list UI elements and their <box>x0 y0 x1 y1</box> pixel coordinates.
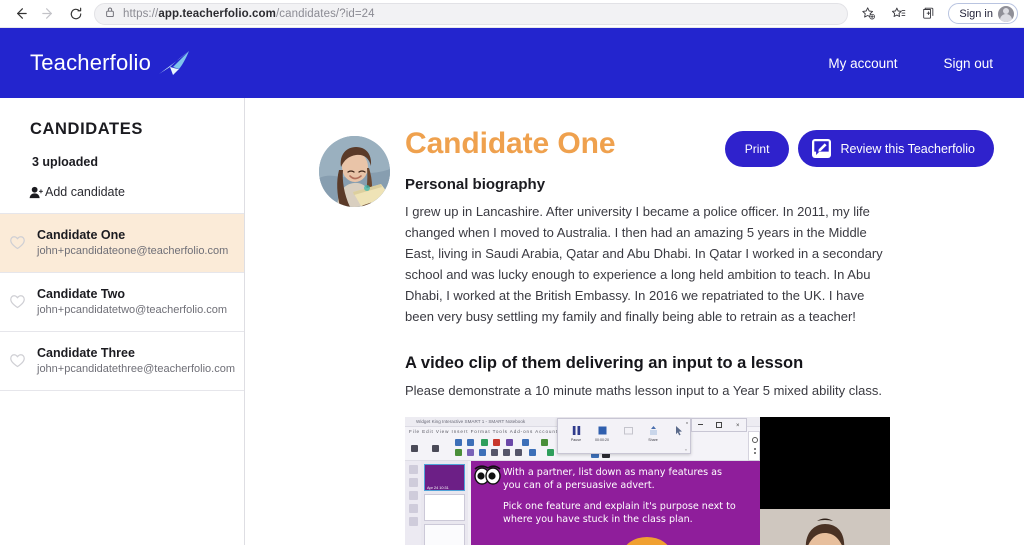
notebook-side-rail <box>405 461 421 545</box>
video-participant-panel <box>760 417 890 545</box>
header-link-my-account[interactable]: My account <box>828 56 897 71</box>
pause-icon <box>571 425 582 436</box>
address-bar[interactable]: https://app.teacherfolio.com/candidates/… <box>94 2 849 25</box>
reload-icon[interactable] <box>62 2 90 26</box>
app-header: Teacherfolio My account Sign out <box>0 28 1024 98</box>
sidebar-list-end-divider <box>0 389 244 391</box>
heart-icon[interactable] <box>8 292 27 311</box>
add-candidate-label: Add candidate <box>45 185 125 199</box>
sidebar-candidate-one[interactable]: Candidate One john+pcandidateone@teacher… <box>0 213 244 272</box>
forward-arrow-icon <box>34 2 62 26</box>
review-comment-pencil-icon <box>812 139 832 158</box>
notebook-right-panel-toggle[interactable] <box>748 431 760 462</box>
video-section-subtext: Please demonstrate a 10 minute maths les… <box>405 383 882 399</box>
teacherfolio-swoosh-icon <box>159 51 190 75</box>
slide-text-line: With a partner, list down as many featur… <box>503 467 723 479</box>
stop-recording-button[interactable]: 00:00:20 <box>592 424 612 446</box>
slide-text-line: where you have stuck in the class plan. <box>503 514 693 526</box>
heart-icon[interactable] <box>8 351 27 370</box>
play-overlay-blob[interactable] <box>623 537 671 545</box>
slide-text-line: you can of a persuasive advert. <box>503 480 655 492</box>
brand-name: Teacherfolio <box>30 50 152 75</box>
brand-logo[interactable]: Teacherfolio <box>30 48 191 78</box>
cancel-icon <box>623 425 634 436</box>
pause-recording-button[interactable]: Pause <box>566 424 586 446</box>
candidate-name: Candidate One <box>37 228 126 242</box>
review-button-label: Review this Teacherfolio <box>840 141 975 156</box>
add-candidate-button[interactable]: Add candidate <box>0 169 244 213</box>
recording-timer: 00:00:20 <box>595 438 609 443</box>
add-favorite-icon[interactable] <box>854 2 882 26</box>
candidate-detail-panel: Candidate One Print Review this Teacherf… <box>245 98 1024 545</box>
pause-label: Pause <box>570 438 582 443</box>
candidate-name: Candidate Three <box>37 345 135 360</box>
favorites-list-icon[interactable] <box>884 2 912 26</box>
candidates-sidebar: CANDIDATES 3 uploaded Add candidate Cand… <box>0 98 245 545</box>
header-link-sign-out[interactable]: Sign out <box>943 56 993 71</box>
slide-thumbnail[interactable] <box>424 494 465 522</box>
back-arrow-icon[interactable] <box>6 2 34 26</box>
review-teacherfolio-button[interactable]: Review this Teacherfolio <box>798 130 994 167</box>
cursor-icon <box>673 425 684 436</box>
window-controls[interactable]: × <box>691 418 747 433</box>
candidate-name: Candidate Two <box>37 286 125 301</box>
sidebar-candidate-two[interactable]: Candidate Two john+pcandidatetwo@teacher… <box>0 271 244 331</box>
print-button[interactable]: Print <box>724 130 790 167</box>
candidate-email: john+pcandidatethree@teacherfolio.com <box>37 362 235 375</box>
uploaded-count: 3 uploaded <box>32 155 98 169</box>
url-text: https://app.teacherfolio.com/candidates/… <box>123 7 375 20</box>
sign-in-label: Sign in <box>959 7 993 20</box>
profile-avatar-icon[interactable] <box>998 5 1014 22</box>
header-nav: My account Sign out <box>828 56 993 71</box>
biography-heading: Personal biography <box>405 176 546 193</box>
lock-icon <box>105 5 115 23</box>
notebook-slide-canvas: With a partner, list down as many featur… <box>471 461 760 545</box>
sign-in-button[interactable]: Sign in <box>948 3 1018 24</box>
slide-text-line: Pick one feature and explain it's purpos… <box>503 501 736 513</box>
cartoon-eyes-icon <box>474 465 501 485</box>
cancel-recording-button <box>618 424 638 446</box>
candidate-photo <box>319 136 390 207</box>
slide-thumbnail[interactable]: Apr 24 10:31 <box>424 464 465 492</box>
participant-webcam-view <box>760 509 890 545</box>
record-playback-button[interactable] <box>668 424 688 446</box>
page-title: Candidate One <box>405 127 616 160</box>
sidebar-candidate-three[interactable]: Candidate Three john+pcandidatethree@tea… <box>0 330 244 390</box>
browser-action-icons: Sign in <box>854 2 1018 26</box>
biography-text: I grew up in Lancashire. After universit… <box>405 204 883 325</box>
browser-essentials-icon[interactable] <box>914 2 942 26</box>
stop-icon <box>597 425 608 436</box>
candidate-email: john+pcandidateone@teacherfolio.com <box>37 245 229 257</box>
heart-icon[interactable] <box>8 233 27 252</box>
sidebar-title: CANDIDATES <box>30 120 143 138</box>
share-icon <box>648 425 659 436</box>
video-player-thumbnail[interactable]: Widget King Interactive SMART 1 - SMART … <box>405 417 890 545</box>
candidate-actions: Print Review this Teacherfolio <box>724 125 994 167</box>
page-body: CANDIDATES 3 uploaded Add candidate Cand… <box>0 98 1024 545</box>
recording-controls-popup: Pause 00:00:20 Share x » <box>557 418 691 455</box>
candidate-email: john+pcandidatetwo@teacherfolio.com <box>37 303 228 316</box>
browser-toolbar: https://app.teacherfolio.com/candidates/… <box>0 0 1024 28</box>
notebook-slide-thumbnails: Apr 24 10:31 May 10 10:39 <box>421 461 468 545</box>
video-section-heading: A video clip of them delivering an input… <box>405 354 804 373</box>
share-label: Share <box>648 438 658 443</box>
slide-thumbnail[interactable]: May 10 10:39 <box>424 524 465 545</box>
add-user-icon <box>29 186 44 199</box>
video-screenshare-region: Widget King Interactive SMART 1 - SMART … <box>405 417 760 545</box>
share-button[interactable]: Share <box>643 424 663 446</box>
